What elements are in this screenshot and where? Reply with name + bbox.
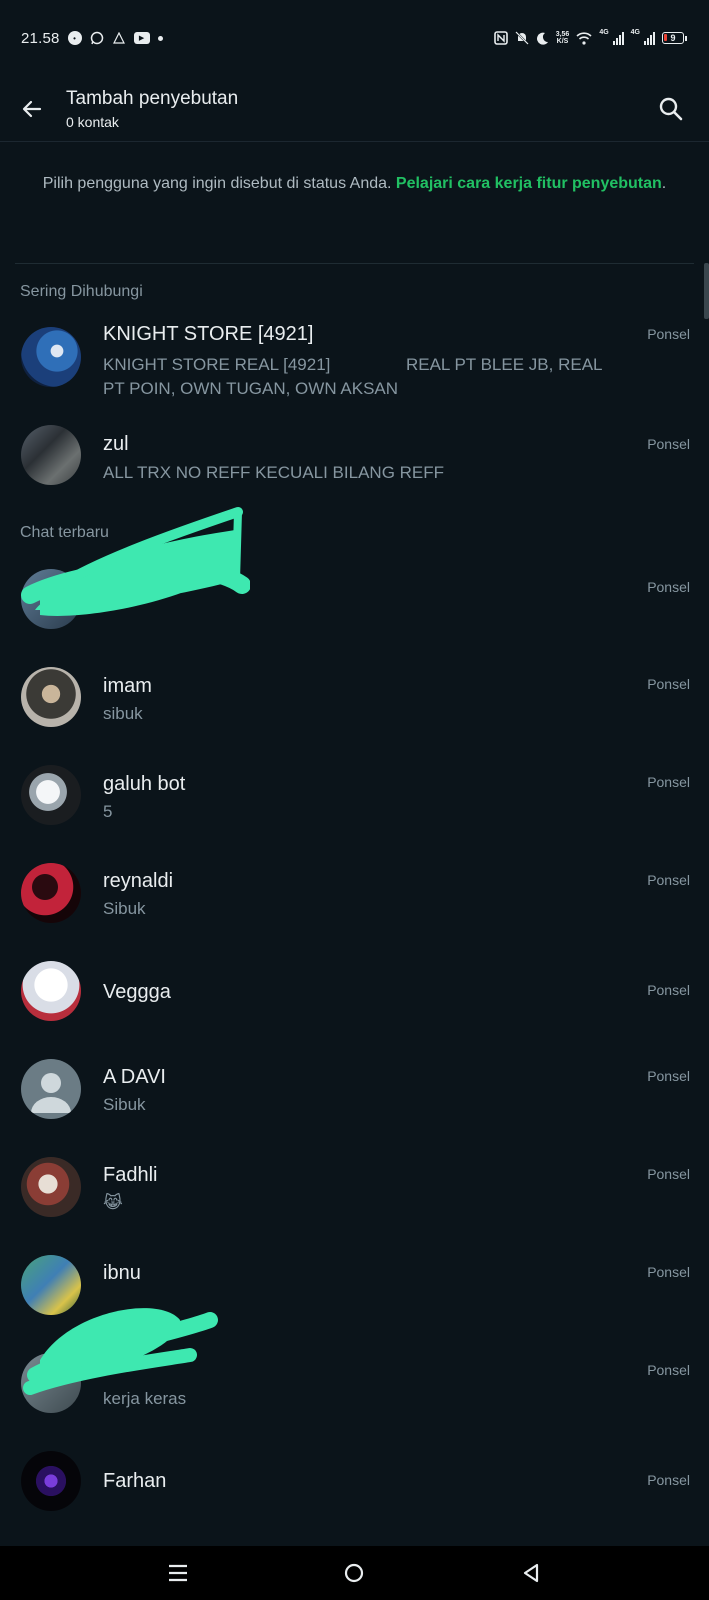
battery-icon: 9 bbox=[662, 32, 687, 44]
mute-bell-icon bbox=[514, 31, 529, 45]
contact-name: reynaldi bbox=[103, 870, 174, 892]
nfc-icon bbox=[493, 31, 508, 45]
avatar bbox=[21, 667, 81, 727]
avatar bbox=[21, 961, 81, 1021]
contact-type: Ponsel bbox=[647, 1264, 690, 1280]
contact-row[interactable]: imam sibuk Ponsel bbox=[0, 655, 709, 747]
contact-status: Sibuk bbox=[103, 1095, 146, 1114]
search-button[interactable] bbox=[641, 79, 701, 139]
status-bar: 21.58 • ▶ 3,56 K/S 4G 4G 9 bbox=[0, 0, 709, 76]
contact-status: sibuk bbox=[103, 704, 143, 723]
intro-description: Pilih pengguna yang ingin disebut di sta… bbox=[42, 175, 396, 192]
section-divider bbox=[15, 263, 694, 264]
status-time: 21.58 bbox=[21, 29, 60, 47]
avatar bbox=[21, 765, 81, 825]
home-button[interactable] bbox=[334, 1553, 374, 1593]
contact-name: KNIGHT STORE [4921] bbox=[103, 323, 314, 345]
battery-level: 9 bbox=[670, 33, 676, 43]
avatar bbox=[21, 327, 81, 387]
contact-row[interactable]: galuh bot 5 Ponsel bbox=[0, 753, 709, 845]
contact-status: KNIGHT STORE REAL [4921] REAL PT BLEE JB… bbox=[103, 355, 603, 374]
contact-row[interactable]: KNIGHT STORE [4921] KNIGHT STORE REAL [4… bbox=[0, 310, 709, 405]
avatar bbox=[21, 1353, 81, 1413]
recent-apps-button[interactable] bbox=[158, 1553, 198, 1593]
moon-icon bbox=[536, 32, 548, 45]
contact-status: kerja keras bbox=[103, 1389, 187, 1408]
contact-row[interactable]: zul ALL TRX NO REFF KECUALI BILANG REFF … bbox=[0, 415, 709, 495]
youtube-notification-icon: ▶ bbox=[133, 32, 150, 44]
contact-type: Ponsel bbox=[647, 1472, 690, 1488]
page-title: Tambah penyebutan bbox=[66, 87, 239, 109]
contact-name: Farhan bbox=[103, 1470, 167, 1492]
app-bar: Tambah penyebutan 0 kontak bbox=[0, 76, 709, 142]
contact-row[interactable]: Veggga Ponsel bbox=[0, 949, 709, 1041]
contact-row[interactable]: kerja keras Ponsel bbox=[0, 1341, 709, 1433]
contact-type: Ponsel bbox=[647, 774, 690, 790]
learn-more-link[interactable]: Pelajari cara kerja fitur penyebutan bbox=[396, 175, 662, 192]
contact-type: Ponsel bbox=[647, 1362, 690, 1378]
signal-1-icon bbox=[612, 31, 624, 45]
contact-name: Fadhli bbox=[103, 1164, 158, 1186]
contact-status-continued: PT POIN, OWN TUGAN, OWN AKSAN bbox=[103, 379, 399, 398]
app-notification-icon bbox=[112, 31, 126, 45]
contact-row[interactable]: ibnu Ponsel bbox=[0, 1243, 709, 1335]
section-recent-label: Chat terbaru bbox=[20, 524, 109, 541]
whatsapp-notification-icon bbox=[90, 31, 104, 45]
contact-name: imam bbox=[103, 675, 152, 697]
contact-name: A DAVI bbox=[103, 1066, 166, 1088]
system-nav-bar bbox=[0, 1546, 709, 1600]
back-button[interactable] bbox=[2, 79, 62, 139]
network-speed-unit: K/S bbox=[556, 38, 569, 45]
contact-type: Ponsel bbox=[647, 436, 690, 452]
avatar bbox=[21, 863, 81, 923]
default-avatar-icon bbox=[21, 1059, 81, 1119]
search-icon bbox=[659, 97, 683, 120]
avatar bbox=[21, 425, 81, 485]
contact-row[interactable]: Ponsel bbox=[0, 555, 709, 647]
contact-name: ibnu bbox=[103, 1262, 141, 1284]
signal-2-icon bbox=[644, 31, 655, 45]
avatar bbox=[21, 1157, 81, 1217]
intro-text: Pilih pengguna yang ingin disebut di sta… bbox=[40, 172, 669, 195]
status-bar-left: 21.58 • ▶ bbox=[21, 30, 163, 47]
contact-type: Ponsel bbox=[647, 872, 690, 888]
contact-name: galuh bot bbox=[103, 773, 186, 795]
network-speed-value: 3,56 bbox=[555, 31, 570, 38]
contact-type: Ponsel bbox=[647, 1166, 690, 1182]
circle-home-icon bbox=[345, 1563, 364, 1583]
avatar bbox=[21, 569, 81, 629]
contact-type: Ponsel bbox=[647, 676, 690, 692]
contact-type: Ponsel bbox=[647, 579, 690, 595]
menu-lines-icon bbox=[169, 1564, 188, 1582]
selected-count: 0 kontak bbox=[66, 113, 119, 130]
contact-status: Sibuk bbox=[103, 899, 146, 918]
network-type-1: 4G bbox=[599, 29, 609, 36]
network-speed: 3,56 K/S bbox=[556, 31, 570, 45]
avatar bbox=[21, 1255, 81, 1315]
contact-status: 😹 bbox=[103, 1193, 123, 1212]
status-bar-right: 3,56 K/S 4G 4G 9 bbox=[493, 29, 687, 45]
triangle-back-icon bbox=[523, 1563, 538, 1583]
contact-row[interactable]: reynaldi Sibuk Ponsel bbox=[0, 851, 709, 943]
contact-name: zul bbox=[103, 433, 129, 455]
contact-status: 5 bbox=[103, 802, 113, 821]
arrow-left-icon bbox=[22, 100, 42, 117]
network-type-2: 4G bbox=[630, 29, 640, 36]
avatar bbox=[21, 1451, 81, 1511]
contact-status: ALL TRX NO REFF KECUALI BILANG REFF bbox=[103, 463, 445, 482]
message-notification-icon: • bbox=[67, 31, 82, 45]
wifi-icon bbox=[576, 31, 592, 45]
more-notifications-dot bbox=[157, 35, 163, 41]
section-frequent-label: Sering Dihubungi bbox=[20, 283, 143, 300]
contact-row[interactable]: Farhan Ponsel bbox=[0, 1439, 709, 1539]
contact-type: Ponsel bbox=[647, 326, 690, 342]
contact-type: Ponsel bbox=[647, 982, 690, 998]
contact-row[interactable]: Fadhli 😹 Ponsel bbox=[0, 1145, 709, 1237]
contact-type: Ponsel bbox=[647, 1068, 690, 1084]
app-bar-titles: Tambah penyebutan 0 kontak bbox=[62, 88, 641, 130]
intro-suffix: . bbox=[661, 175, 667, 192]
contact-name: Veggga bbox=[103, 981, 171, 1003]
contact-row[interactable]: A DAVI Sibuk Ponsel bbox=[0, 1047, 709, 1139]
back-nav-button[interactable] bbox=[511, 1553, 551, 1593]
